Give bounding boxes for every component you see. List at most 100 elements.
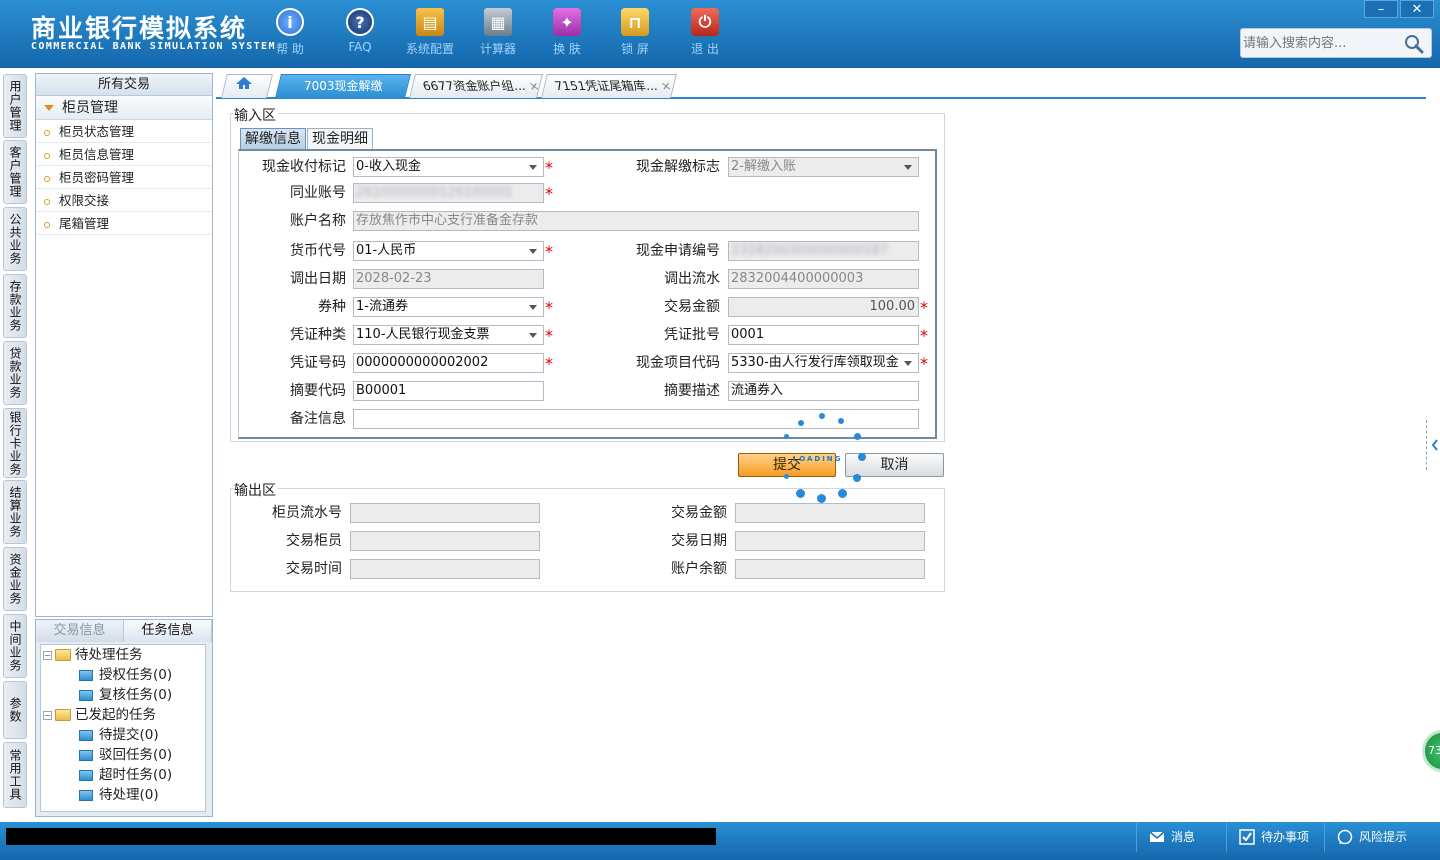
- balance-output: [735, 559, 925, 579]
- tree-item-label: 柜员状态管理: [59, 124, 135, 139]
- status-bar: 消息 待办事项 风险提示: [0, 822, 1440, 860]
- voucher-type-select[interactable]: 110-人民银行现金支票: [353, 325, 544, 345]
- close-tab-icon[interactable]: ×: [658, 75, 674, 97]
- tab-7003-cash-settle[interactable]: 7003现金解缴: [275, 74, 411, 98]
- calculator-button[interactable]: ▦ 计算器: [468, 8, 528, 57]
- folder-icon: [55, 649, 71, 661]
- search-icon[interactable]: [1403, 33, 1425, 55]
- task-node-rejected[interactable]: 驳回任务(0): [79, 745, 172, 765]
- spinner-dot: [838, 418, 844, 424]
- input-area-title: 输入区: [234, 105, 278, 125]
- info-icon: i: [276, 8, 304, 36]
- chat-bubble-icon: [1337, 829, 1353, 845]
- lock-screen-button[interactable]: ⊓ 锁 屏: [605, 8, 665, 57]
- faq-label: FAQ: [348, 40, 372, 54]
- vnav-public-business[interactable]: 公共业务: [3, 207, 27, 271]
- vnav-intermediary[interactable]: 中间业务: [3, 614, 27, 678]
- minimize-button[interactable]: –: [1364, 0, 1398, 18]
- collapse-icon[interactable]: −: [43, 710, 52, 720]
- vnav-tools[interactable]: 常用工具: [3, 742, 27, 808]
- label-amount: 交易金额: [664, 299, 720, 315]
- exit-button[interactable]: ⏻ 退 出: [675, 8, 735, 57]
- lock-screen-label: 锁 屏: [621, 42, 649, 56]
- tree-item-permission-handover[interactable]: 权限交接: [36, 189, 212, 212]
- tree-item-label: 权限交接: [59, 193, 110, 208]
- close-button[interactable]: ✕: [1400, 0, 1434, 18]
- risk-alert-button[interactable]: 风险提示: [1324, 822, 1440, 852]
- faq-button[interactable]: ? FAQ: [330, 8, 390, 54]
- vnav-user-mgmt[interactable]: 用户管理: [3, 74, 27, 138]
- close-tab-icon[interactable]: ×: [526, 75, 542, 97]
- tree-item-teller-password[interactable]: 柜员密码管理: [36, 166, 212, 189]
- skin-button[interactable]: ✦ 换 肤: [537, 8, 597, 57]
- task-list-icon: [79, 669, 93, 681]
- tree-group-teller-mgmt[interactable]: 柜员管理: [36, 96, 212, 120]
- task-node-timeout[interactable]: 超时任务(0): [79, 765, 172, 785]
- tree-item-teller-info[interactable]: 柜员信息管理: [36, 143, 212, 166]
- coupon-select[interactable]: 1-流通券: [353, 297, 544, 317]
- label-out-date: 调出日期: [290, 271, 346, 287]
- label-balance: 账户余额: [671, 561, 727, 577]
- task-node-to-process[interactable]: 待处理(0): [79, 785, 159, 805]
- label-trans-time: 交易时间: [286, 561, 342, 577]
- voucher-batch-field[interactable]: 0001: [728, 325, 919, 345]
- window-controls: – ✕: [1362, 0, 1434, 18]
- vnav-loan[interactable]: 贷款业务: [3, 341, 27, 405]
- calculator-icon: ▦: [484, 8, 512, 36]
- vnav-parameters[interactable]: 参数: [3, 681, 27, 739]
- tree-item-tail-box[interactable]: 尾箱管理: [36, 212, 212, 235]
- subtab-cash-detail[interactable]: 现金明细: [307, 128, 373, 150]
- summary-desc-field[interactable]: 流通券入: [728, 381, 919, 401]
- task-node-label: 授权任务(0): [99, 667, 173, 683]
- subtab-settle-info[interactable]: 解缴信息: [240, 128, 306, 150]
- label-cash-flag: 现金收付标记: [262, 159, 346, 175]
- collapse-icon[interactable]: −: [43, 650, 52, 660]
- label-trans-date: 交易日期: [671, 533, 727, 549]
- todo-button[interactable]: 待办事项: [1226, 822, 1324, 852]
- required-mark: *: [545, 242, 553, 261]
- task-node-authorize[interactable]: 授权任务(0): [79, 665, 172, 685]
- tab-7151-voucher-box[interactable]: 7151凭证尾箱库...×: [541, 74, 677, 98]
- task-list-icon: [79, 769, 93, 781]
- task-node-pending[interactable]: − 待处理任务: [43, 645, 143, 665]
- help-button[interactable]: i 帮 助: [260, 8, 320, 57]
- item-code-select[interactable]: 5330-由人行发行库领取现金: [728, 353, 919, 373]
- tab-home[interactable]: [221, 74, 273, 98]
- tab-label: 7151凭证尾箱库...: [553, 79, 659, 93]
- tab-transaction-info[interactable]: 交易信息: [36, 620, 124, 642]
- system-config-button[interactable]: ▤ 系统配置: [400, 8, 460, 57]
- required-mark: *: [920, 298, 928, 317]
- floating-assistant-button[interactable]: 73: [1422, 730, 1440, 772]
- task-node-to-submit[interactable]: 待提交(0): [79, 725, 159, 745]
- task-node-review[interactable]: 复核任务(0): [79, 685, 172, 705]
- required-mark: *: [545, 354, 553, 373]
- tab-6677-fund-account[interactable]: 6677资金账户组...×: [409, 74, 543, 98]
- vnav-deposit[interactable]: 存款业务: [3, 274, 27, 338]
- currency-select[interactable]: 01-人民币: [353, 241, 544, 261]
- voucher-no-field[interactable]: 0000000000002002: [353, 353, 544, 373]
- search-input[interactable]: [1243, 32, 1403, 54]
- amount-output: [735, 503, 925, 523]
- output-area-title: 输出区: [234, 480, 278, 500]
- vnav-funds[interactable]: 资金业务: [3, 547, 27, 611]
- task-node-initiated[interactable]: − 已发起的任务: [43, 705, 156, 725]
- required-mark: *: [920, 354, 928, 373]
- peer-account-field[interactable]: 2610000000126100001: [353, 183, 544, 203]
- side-panel-handle[interactable]: [1426, 420, 1440, 470]
- vnav-settlement[interactable]: 结算业务: [3, 480, 27, 544]
- tree-item-teller-status[interactable]: 柜员状态管理: [36, 120, 212, 143]
- task-node-label: 已发起的任务: [75, 707, 156, 723]
- cash-flag-select[interactable]: 0-收入现金: [353, 157, 544, 177]
- label-voucher-type: 凭证种类: [290, 327, 346, 343]
- remark-field[interactable]: [353, 409, 919, 429]
- tab-task-info[interactable]: 任务信息: [124, 620, 212, 642]
- loading-text: LOADING: [793, 455, 843, 463]
- vnav-customer-mgmt[interactable]: 客户管理: [3, 140, 27, 204]
- spinner-dot: [784, 474, 789, 479]
- tree-header: 所有交易: [36, 74, 212, 96]
- vnav-bank-card[interactable]: 银行卡业务: [3, 408, 27, 478]
- summary-code-field[interactable]: B00001: [353, 381, 544, 401]
- tree-item-label: 柜员信息管理: [59, 147, 135, 162]
- message-button[interactable]: 消息: [1136, 822, 1226, 852]
- header-bar: 商业银行模拟系统 COMMERCIAL BANK SIMULATION SYST…: [0, 0, 1440, 68]
